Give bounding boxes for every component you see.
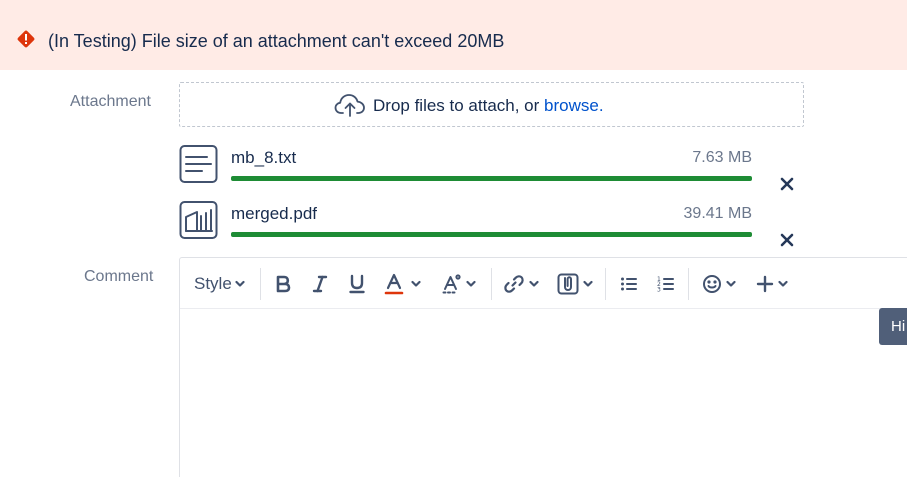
comment-label: Comment [84, 268, 154, 285]
italic-icon [311, 274, 329, 294]
remove-file-button[interactable] [777, 174, 797, 194]
italic-button[interactable] [311, 270, 329, 298]
bold-button[interactable] [274, 270, 292, 298]
error-banner: (In Testing) File size of an attachment … [0, 0, 907, 70]
text-file-icon [179, 144, 219, 184]
attachment-file-item: mb_8.txt 7.63 MB [179, 144, 804, 191]
paperclip-icon [557, 273, 579, 295]
tooltip: Hi [879, 308, 907, 345]
chevron-down-icon [726, 280, 736, 288]
attachment-dropdown[interactable] [557, 270, 593, 298]
pdf-file-icon [179, 200, 219, 240]
svg-text:3: 3 [657, 287, 661, 294]
error-icon [16, 29, 36, 49]
upload-progress-bar [231, 176, 752, 181]
chevron-down-icon [466, 280, 476, 288]
file-name: mb_8.txt [231, 148, 297, 167]
tooltip-text: Hi [891, 318, 906, 335]
attachment-file-item: merged.pdf 39.41 MB [179, 200, 804, 247]
link-dropdown[interactable] [504, 270, 539, 298]
bold-icon [274, 274, 292, 294]
text-style-label: Style [194, 274, 232, 293]
file-size: 39.41 MB [683, 205, 752, 222]
dropzone-instruction: Drop files to attach, or [373, 96, 540, 115]
banner-message: (In Testing) File size of an attachment … [48, 31, 505, 51]
file-name: merged.pdf [231, 204, 317, 223]
bullet-list-button[interactable] [620, 270, 638, 298]
chevron-down-icon [529, 280, 539, 288]
text-color-dropdown[interactable] [384, 270, 421, 298]
text-color-icon [384, 273, 404, 295]
insert-dropdown[interactable] [756, 270, 788, 298]
upload-progress-fill [231, 232, 752, 237]
file-size: 7.63 MB [692, 149, 752, 166]
comment-editor[interactable]: Style 1 2 3 [179, 257, 907, 477]
remove-file-button[interactable] [777, 230, 797, 250]
plus-icon [756, 275, 774, 293]
chevron-down-icon [235, 280, 245, 288]
bullet-list-icon [620, 275, 638, 293]
emoji-dropdown[interactable] [702, 270, 736, 298]
cloud-upload-icon [334, 92, 366, 118]
browse-link[interactable]: browse. [544, 96, 604, 115]
upload-progress-fill [231, 176, 752, 181]
underline-icon [347, 274, 367, 294]
upload-progress-bar [231, 232, 752, 237]
toolbar-divider [605, 268, 606, 300]
chevron-down-icon [583, 280, 593, 288]
attachment-dropzone[interactable]: Drop files to attach, or browse. [179, 82, 804, 127]
emoji-icon [702, 274, 722, 294]
toolbar-divider [688, 268, 689, 300]
toolbar-divider [260, 268, 261, 300]
editor-toolbar: Style 1 2 3 [180, 258, 907, 309]
toolbar-divider [491, 268, 492, 300]
numbered-list-icon: 123 [657, 275, 675, 293]
link-icon [504, 274, 524, 294]
text-style-dropdown[interactable]: Style [194, 270, 245, 298]
dropzone-text: Drop files to attach, or browse. [373, 96, 604, 116]
underline-button[interactable] [347, 270, 367, 298]
chevron-down-icon [778, 280, 788, 288]
numbered-list-button[interactable]: 123 [657, 270, 675, 298]
attachment-label: Attachment [70, 93, 151, 110]
clear-formatting-icon [442, 273, 462, 295]
more-formatting-dropdown[interactable] [442, 270, 476, 298]
chevron-down-icon [411, 280, 421, 288]
